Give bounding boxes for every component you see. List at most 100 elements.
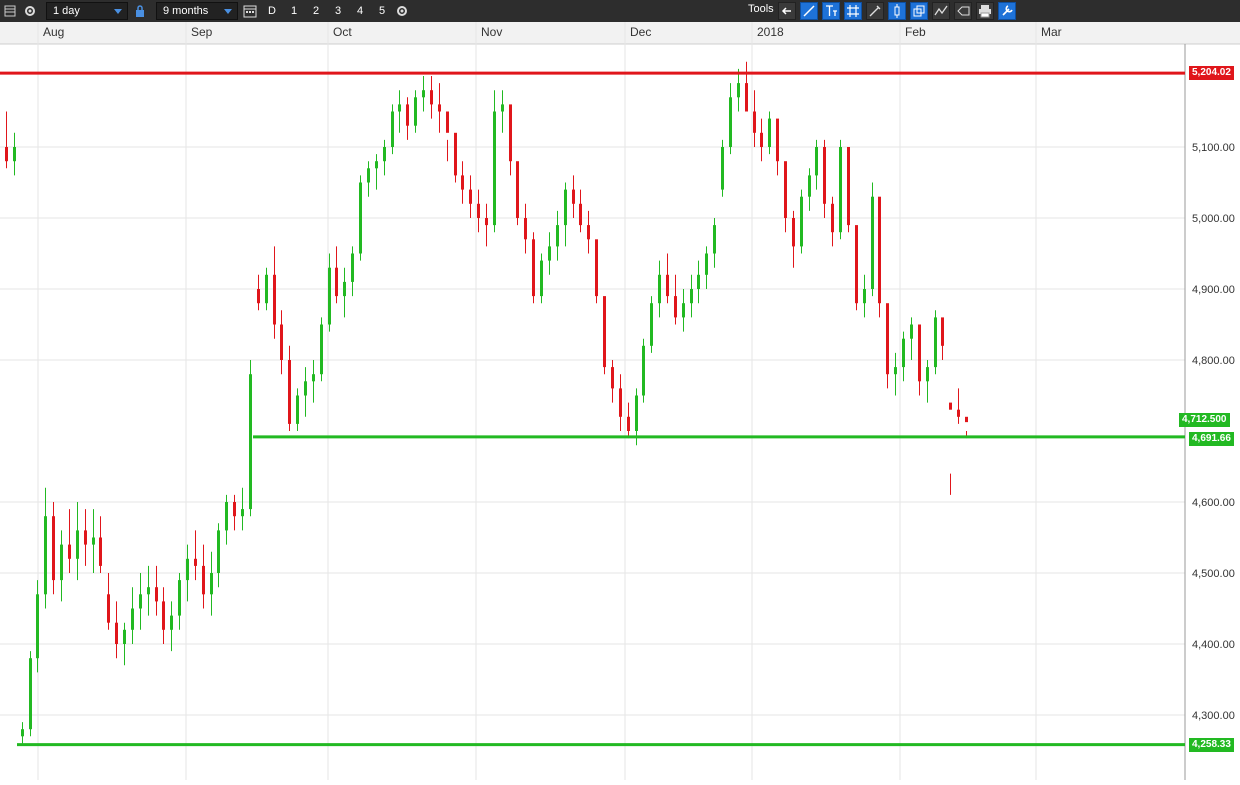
label-tag-icon[interactable]: [954, 2, 972, 20]
candle-up: [414, 97, 417, 126]
x-tick-label: 2018: [757, 25, 784, 39]
candle-down: [878, 196, 881, 304]
period-button-5[interactable]: 5: [372, 0, 392, 22]
candle-up: [123, 629, 126, 644]
candle-up: [304, 381, 307, 396]
settings-gear-icon[interactable]: [392, 0, 412, 22]
candle-down: [155, 587, 158, 602]
candle-down: [674, 296, 677, 318]
chart-area[interactable]: Aug Sep Oct Nov Dec 2018 Feb Mar 4,300.00 4,400.0…: [0, 22, 1240, 780]
candle-up: [21, 729, 24, 737]
candle-down: [485, 218, 488, 226]
candle-down: [438, 104, 441, 112]
candle-down: [965, 416, 968, 423]
candle-up: [383, 147, 386, 162]
candle-up: [186, 558, 189, 581]
candle-down: [257, 289, 260, 304]
candle-down: [855, 225, 858, 304]
y-tick-label: 4,500.00: [1192, 568, 1235, 580]
candle-up: [682, 303, 685, 318]
period-button-1[interactable]: 1: [284, 0, 304, 22]
gear-icon[interactable]: [20, 0, 40, 22]
candle-up: [697, 274, 700, 289]
draw-tool-icon[interactable]: [866, 2, 884, 20]
candle-up: [556, 225, 559, 247]
candle-up: [217, 530, 220, 573]
candle-down: [107, 594, 110, 623]
lock-icon[interactable]: [130, 0, 150, 22]
candle-up: [902, 338, 905, 368]
candle-up: [926, 367, 929, 382]
interval-select[interactable]: 1 day: [46, 2, 128, 20]
chevron-down-icon: [114, 9, 122, 14]
candle-up: [210, 573, 213, 595]
print-icon[interactable]: [976, 2, 994, 20]
candle-down: [957, 409, 960, 417]
candle-up: [351, 253, 354, 282]
candle-up: [29, 658, 32, 730]
low-support-price-label: 4,258.33: [1189, 737, 1234, 752]
interval-label: 1 day: [53, 5, 80, 17]
wrench-icon[interactable]: [998, 2, 1016, 20]
candle-down: [202, 565, 205, 595]
candle-down: [847, 147, 850, 226]
candle-up: [13, 147, 16, 162]
period-button-2[interactable]: 2: [306, 0, 326, 22]
period-button-3[interactable]: 3: [328, 0, 348, 22]
candle-down: [595, 239, 598, 297]
candle-up: [249, 374, 252, 510]
candle-up: [60, 544, 63, 581]
candle-down: [941, 317, 944, 346]
candle-down: [469, 189, 472, 204]
candle-up: [422, 90, 425, 98]
tools-label: Tools: [748, 3, 774, 15]
candle-down: [5, 147, 8, 162]
x-tick-label: Aug: [43, 25, 64, 39]
candle-down: [949, 402, 952, 410]
candle-down: [99, 537, 102, 566]
y-tick-label: 4,300.00: [1192, 710, 1235, 722]
period-button-d[interactable]: D: [262, 0, 282, 22]
candle-up: [178, 580, 181, 616]
range-select[interactable]: 9 months: [156, 2, 238, 20]
grid-icon[interactable]: [844, 2, 862, 20]
candle-down: [509, 104, 512, 162]
candle-down: [115, 622, 118, 644]
candle-up: [131, 608, 134, 630]
candle-up: [398, 104, 401, 112]
candle-down: [587, 225, 590, 240]
candle-up: [642, 345, 645, 396]
candle-down: [792, 218, 795, 247]
candle-up: [650, 303, 653, 346]
candle-up: [839, 147, 842, 233]
support-price-label: 4,691.66: [1189, 431, 1234, 446]
y-tick-label: 5,000.00: [1192, 213, 1235, 225]
period-button-4[interactable]: 4: [350, 0, 370, 22]
table-icon[interactable]: [0, 0, 20, 22]
candle-up: [147, 587, 150, 595]
x-tick-label: Sep: [191, 25, 213, 39]
candle-up: [635, 395, 638, 431]
trend-line-icon[interactable]: [800, 2, 818, 20]
candlestick-chart[interactable]: Aug Sep Oct Nov Dec 2018 Feb Mar 4,300.00 4,400.0…: [0, 22, 1240, 780]
candle-down: [776, 118, 779, 162]
candle-up: [265, 274, 268, 304]
candle-up: [76, 530, 79, 559]
candle-down: [461, 175, 464, 190]
candle-up: [768, 118, 771, 147]
candle-up: [36, 594, 39, 659]
back-arrow-icon[interactable]: [778, 2, 796, 20]
x-tick-label: Oct: [333, 25, 352, 39]
candle-down: [532, 239, 535, 297]
x-tick-label: Nov: [481, 25, 502, 39]
candle-up: [705, 253, 708, 275]
calendar-icon[interactable]: [240, 0, 260, 22]
y-tick-label: 4,800.00: [1192, 355, 1235, 367]
layers-icon[interactable]: [910, 2, 928, 20]
candle-up: [690, 289, 693, 304]
candle-down: [823, 147, 826, 204]
indicator-icon[interactable]: [932, 2, 950, 20]
candle-tool-icon[interactable]: [888, 2, 906, 20]
candle-up: [863, 289, 866, 304]
text-tool-icon[interactable]: [822, 2, 840, 20]
